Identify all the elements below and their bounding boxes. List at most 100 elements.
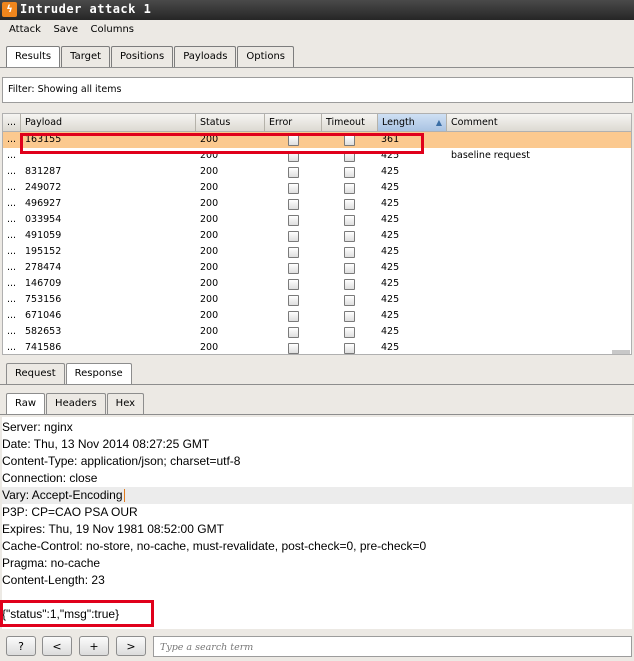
previous-button[interactable]: < [42,636,72,656]
column-header-length[interactable]: Length ▲ [378,114,447,131]
tab-payloads[interactable]: Payloads [174,46,237,67]
payload-cell: 195152 [25,246,62,257]
error-checkbox[interactable] [288,327,299,338]
payload-cell: 249072 [25,182,62,193]
row-number: ... [7,166,17,177]
response-viewer[interactable]: Server: nginx Date: Thu, 13 Nov 2014 08:2… [2,417,632,629]
row-number: ... [7,246,17,257]
column-header-comment[interactable]: Comment [447,114,631,131]
response-header-line: Server: nginx [2,419,632,436]
menu-columns[interactable]: Columns [81,20,134,35]
error-checkbox[interactable] [288,279,299,290]
table-row[interactable]: ... 741586 200 425 [3,340,631,354]
timeout-checkbox[interactable] [344,295,355,306]
request-response-tabs: Request Response [6,363,133,384]
table-row[interactable]: ... 831287 200 425 [3,164,631,180]
timeout-checkbox[interactable] [344,167,355,178]
text-cursor [123,489,125,503]
timeout-checkbox[interactable] [344,183,355,194]
tab-results[interactable]: Results [6,46,61,67]
tab-response[interactable]: Response [65,363,132,384]
row-number: ... [7,326,17,337]
comment-cell: baseline request [451,150,530,161]
error-checkbox[interactable] [288,167,299,178]
menu-bar: Attack Save Columns [0,20,634,40]
column-header-payload[interactable]: Payload [21,114,196,131]
length-cell: 425 [381,278,400,289]
timeout-checkbox[interactable] [344,327,355,338]
table-row[interactable]: ... 278474 200 425 [3,260,631,276]
column-header-number[interactable]: ... [3,114,21,131]
timeout-checkbox[interactable] [344,279,355,290]
error-checkbox[interactable] [288,215,299,226]
table-row[interactable]: ... 146709 200 425 [3,276,631,292]
table-row[interactable]: ... 671046 200 425 [3,308,631,324]
length-cell: 425 [381,230,400,241]
error-checkbox[interactable] [288,247,299,258]
sort-ascending-icon: ▲ [435,118,442,127]
payload-cell: 278474 [25,262,62,273]
search-bar: ? < + > [0,632,634,661]
error-checkbox[interactable] [288,183,299,194]
timeout-checkbox[interactable] [344,199,355,210]
table-row[interactable]: ... 033954 200 425 [3,212,631,228]
table-row[interactable]: ... 249072 200 425 [3,180,631,196]
row-number: ... [7,182,17,193]
payload-cell: 671046 [25,310,62,321]
column-header-status[interactable]: Status [196,114,265,131]
response-line-text: Content-Type: application/json; charset=… [2,454,241,468]
payload-cell: 741586 [25,342,62,353]
timeout-checkbox[interactable] [344,231,355,242]
annotation-highlight-body [0,600,154,627]
column-header-error[interactable]: Error [265,114,322,131]
response-line-text: Cache-Control: no-store, no-cache, must-… [2,539,427,553]
error-checkbox[interactable] [288,311,299,322]
length-cell: 425 [381,294,400,305]
tab-options[interactable]: Options [237,46,295,67]
status-cell: 200 [200,326,219,337]
help-button[interactable]: ? [6,636,36,656]
error-checkbox[interactable] [288,343,299,354]
search-input[interactable] [158,637,622,657]
add-button[interactable]: + [79,636,109,656]
menu-save[interactable]: Save [44,20,78,35]
column-header-timeout[interactable]: Timeout [322,114,378,131]
row-number: ... [7,230,17,241]
table-row[interactable]: ... 582653 200 425 [3,324,631,340]
timeout-checkbox[interactable] [344,311,355,322]
error-checkbox[interactable] [288,263,299,274]
table-scrollbar[interactable] [612,350,630,354]
error-checkbox[interactable] [288,231,299,242]
row-number: ... [7,278,17,289]
tab-positions[interactable]: Positions [111,46,174,67]
timeout-checkbox[interactable] [344,263,355,274]
payload-cell: 496927 [25,198,62,209]
response-line-text: Pragma: no-cache [2,556,101,570]
timeout-checkbox[interactable] [344,247,355,258]
filter-bar[interactable]: Filter: Showing all items [2,77,633,103]
error-checkbox[interactable] [288,295,299,306]
row-number: ... [7,262,17,273]
table-row[interactable]: ... 491059 200 425 [3,228,631,244]
row-number: ... [7,342,17,353]
tab-target[interactable]: Target [61,46,111,67]
search-field[interactable] [153,636,632,657]
timeout-checkbox[interactable] [344,215,355,226]
timeout-checkbox[interactable] [344,343,355,354]
response-line-text: Content-Length: 23 [2,573,105,587]
tab-headers[interactable]: Headers [46,393,106,414]
status-cell: 200 [200,342,219,353]
tab-hex[interactable]: Hex [106,393,145,414]
menu-attack[interactable]: Attack [0,20,41,35]
tab-request[interactable]: Request [6,363,65,384]
table-row[interactable]: ... 753156 200 425 [3,292,631,308]
table-row[interactable]: ... 496927 200 425 [3,196,631,212]
tab-raw[interactable]: Raw [6,393,46,414]
length-cell: 425 [381,166,400,177]
error-checkbox[interactable] [288,199,299,210]
response-line-text: P3P: CP=CAO PSA OUR [2,505,138,519]
next-button[interactable]: > [116,636,146,656]
table-row[interactable]: ... 195152 200 425 [3,244,631,260]
status-cell: 200 [200,214,219,225]
payload-cell: 582653 [25,326,62,337]
